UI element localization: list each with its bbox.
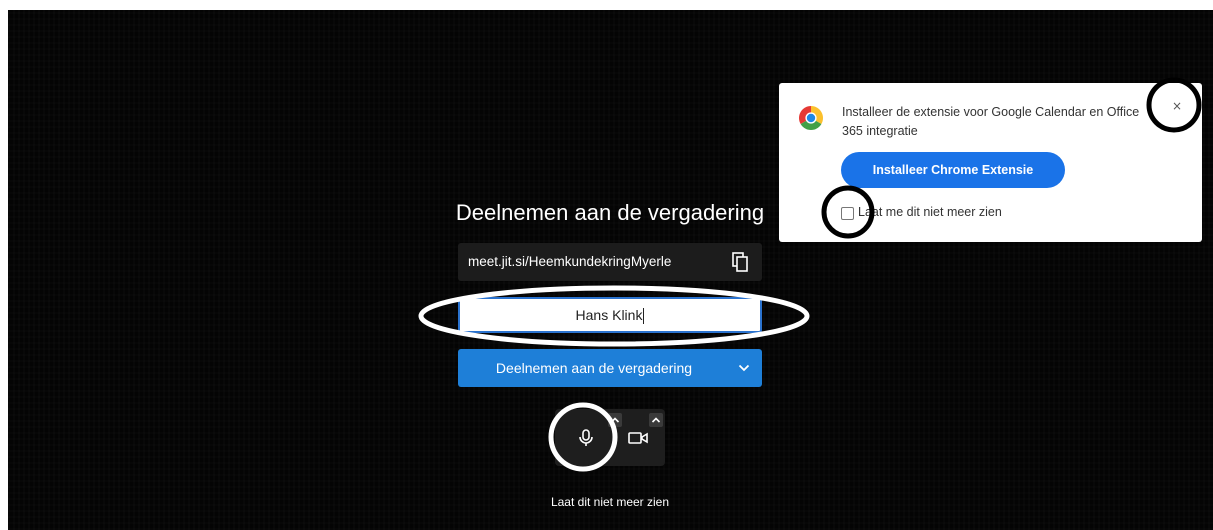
join-meeting-button[interactable]: Deelnemen aan de vergadering	[458, 349, 762, 387]
video-settings-button[interactable]	[649, 413, 663, 427]
camera-icon[interactable]	[627, 429, 649, 447]
chevron-up-icon	[610, 417, 620, 423]
copy-icon[interactable]	[732, 252, 748, 272]
install-button-label: Installeer Chrome Extensie	[872, 163, 1034, 177]
audio-settings-button[interactable]	[608, 413, 622, 427]
dont-show-checkbox-label[interactable]: Laat me dit niet meer zien	[858, 205, 1002, 219]
screenshot-frame: Deelnemen aan de vergadering meet.jit.si…	[0, 0, 1213, 530]
extension-popup: Installeer de extensie voor Google Calen…	[779, 83, 1202, 242]
microphone-icon[interactable]	[575, 427, 597, 449]
meeting-url-text: meet.jit.si/HeemkundekringMyerle	[468, 254, 672, 269]
install-chrome-extension-button[interactable]: Installeer Chrome Extensie	[841, 152, 1065, 188]
meeting-url-box[interactable]: meet.jit.si/HeemkundekringMyerle	[458, 243, 762, 281]
chevron-down-icon[interactable]	[738, 362, 750, 374]
extension-message: Installeer de extensie voor Google Calen…	[842, 105, 1140, 138]
chevron-up-icon	[651, 417, 661, 423]
join-meeting-label: Deelnemen aan de vergadering	[495, 360, 693, 376]
dont-show-checkbox[interactable]	[841, 207, 854, 220]
device-toolbox	[555, 409, 665, 466]
chrome-logo-icon	[799, 106, 823, 130]
close-icon[interactable]: ×	[1171, 100, 1183, 112]
dont-show-again-link[interactable]: Laat dit niet meer zien	[510, 495, 710, 509]
display-name-input[interactable]	[458, 297, 762, 333]
prejoin-title: Deelnemen aan de vergadering	[455, 200, 765, 225]
